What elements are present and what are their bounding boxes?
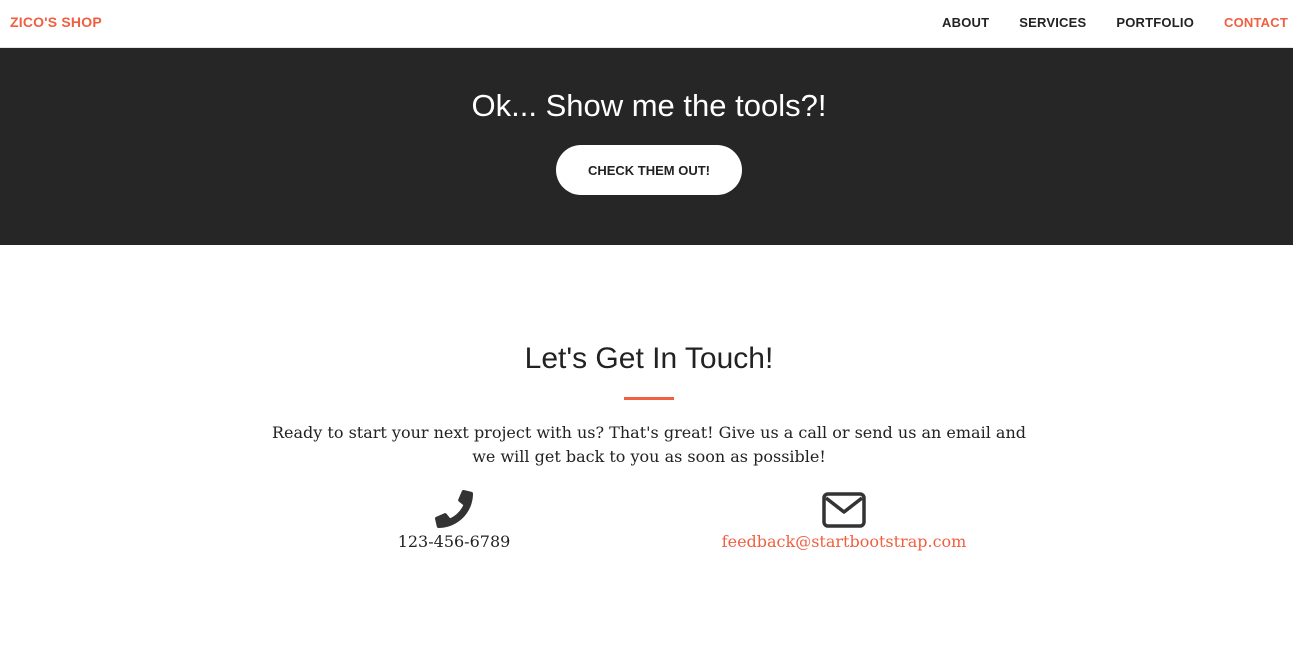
tools-section: Ok... Show me the tools?! CHECK THEM OUT…: [0, 48, 1293, 245]
nav-about[interactable]: ABOUT: [942, 15, 989, 30]
envelope-icon: [822, 492, 866, 528]
brand-link[interactable]: ZICO'S SHOP: [10, 14, 102, 30]
contact-section: Let's Get In Touch! Ready to start your …: [0, 245, 1293, 648]
phone-number: 123-456-6789: [397, 532, 511, 551]
nav-menu: ABOUT SERVICES PORTFOLIO CONTACT: [912, 15, 1288, 30]
check-them-out-button[interactable]: CHECK THEM OUT!: [556, 145, 742, 195]
heading-divider: [624, 397, 674, 400]
contact-heading: Let's Get In Touch!: [524, 342, 774, 375]
nav-portfolio[interactable]: PORTFOLIO: [1116, 15, 1194, 30]
navbar: ZICO'S SHOP ABOUT SERVICES PORTFOLIO CON…: [0, 0, 1293, 48]
contact-description: Ready to start your next project with us…: [272, 423, 1026, 466]
nav-services[interactable]: SERVICES: [1019, 15, 1086, 30]
nav-contact[interactable]: CONTACT: [1224, 15, 1288, 30]
email-link[interactable]: feedback@startbootstrap.com: [694, 532, 994, 551]
tools-heading: Ok... Show me the tools?!: [471, 88, 827, 123]
phone-icon: [435, 490, 473, 528]
